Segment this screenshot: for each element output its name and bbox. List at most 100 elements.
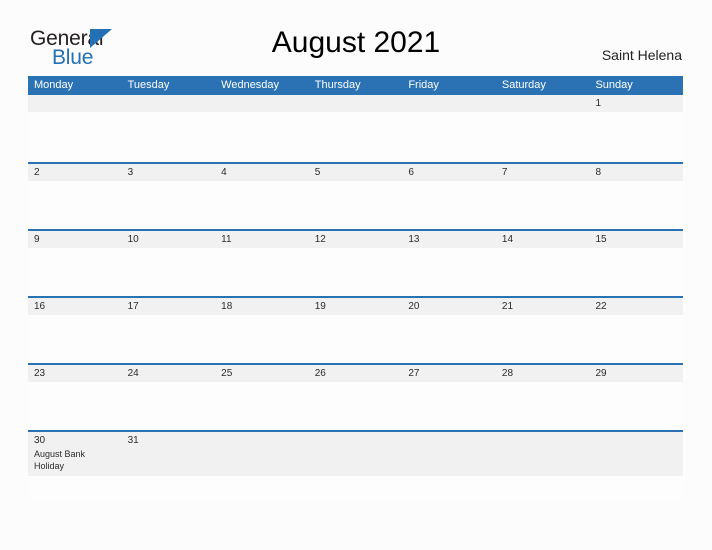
calendar-day-number: 15 <box>595 234 607 245</box>
calendar-day-cell[interactable]: 15 <box>589 231 684 296</box>
calendar-day-cell[interactable]: 3 <box>121 164 216 229</box>
calendar-day-number: 25 <box>221 368 233 379</box>
calendar-day-cell-empty <box>495 432 590 500</box>
calendar-day-cell-empty <box>308 95 403 162</box>
calendar-day-number: 20 <box>408 301 420 312</box>
calendar-day-band <box>402 95 496 112</box>
calendar-day-cell-empty <box>495 95 590 162</box>
calendar-day-number: 28 <box>501 368 514 379</box>
calendar-day-cell[interactable]: 14 <box>495 231 590 296</box>
calendar-day-cell-empty <box>402 95 496 162</box>
weekday-header-friday: Friday <box>408 79 439 91</box>
calendar-day-cell[interactable]: 21 <box>495 298 590 363</box>
calendar-day-cell-empty <box>308 432 403 500</box>
calendar-day-band <box>308 432 403 476</box>
calendar-day-number: 13 <box>408 234 420 245</box>
calendar-day-band <box>589 164 684 181</box>
weekday-header-tuesday: Tuesday <box>127 79 170 91</box>
calendar-day-band <box>308 164 403 181</box>
weekday-header-sunday: Sunday <box>595 79 633 91</box>
calendar-day-cell[interactable]: 9 <box>28 231 122 296</box>
calendar-day-cell[interactable]: 17 <box>121 298 216 363</box>
calendar-day-cell[interactable]: 18 <box>215 298 309 363</box>
calendar-day-cell[interactable]: 22 <box>589 298 684 363</box>
calendar-week-row: 1 <box>28 95 684 162</box>
weekday-header-saturday: Saturday <box>501 79 546 91</box>
calendar-day-number: 4 <box>221 167 227 178</box>
calendar-day-number: 7 <box>501 167 508 178</box>
calendar-day-event: August Bank Holiday <box>34 449 86 471</box>
calendar-day-cell[interactable]: 24 <box>121 365 216 430</box>
calendar-day-cell[interactable]: 6 <box>402 164 496 229</box>
calendar-week-row: 30 August Bank Holiday 31 <box>28 430 684 500</box>
weekday-header-wednesday: Wednesday <box>221 79 280 91</box>
calendar-day-cell[interactable]: 23 <box>28 365 122 430</box>
calendar-day-cell[interactable]: 28 <box>495 365 590 430</box>
calendar-day-number: 21 <box>501 301 514 312</box>
calendar-day-cell-empty <box>215 95 309 162</box>
page-header: General Blue August 2021 Saint Helena <box>0 0 712 72</box>
calendar-day-number: 18 <box>221 301 233 312</box>
calendar-day-cell[interactable]: 7 <box>495 164 590 229</box>
calendar-day-cell-empty <box>121 95 216 162</box>
calendar-day-number: 19 <box>314 301 326 312</box>
calendar-day-number: 26 <box>314 368 326 379</box>
calendar-day-cell[interactable]: 26 <box>308 365 403 430</box>
calendar-day-number: 22 <box>595 301 607 312</box>
calendar-day-band <box>402 432 496 476</box>
calendar-day-cell[interactable]: 16 <box>28 298 122 363</box>
calendar-day-number: 1 <box>595 98 602 109</box>
weekday-header-thursday: Thursday <box>314 79 361 91</box>
calendar-day-cell[interactable]: 25 <box>215 365 309 430</box>
calendar-day-number: 5 <box>314 167 321 178</box>
calendar-table: Monday Tuesday Wednesday Thursday Friday… <box>28 76 684 500</box>
calendar-day-cell[interactable]: 11 <box>215 231 309 296</box>
calendar-day-band <box>495 95 590 112</box>
calendar-day-number: 11 <box>221 234 232 245</box>
weekday-header-monday: Monday <box>34 79 74 91</box>
calendar-day-cell[interactable]: 13 <box>402 231 496 296</box>
calendar-day-number: 27 <box>408 368 420 379</box>
calendar-day-band <box>28 231 122 248</box>
calendar-day-number: 3 <box>127 167 134 178</box>
calendar-day-cell[interactable]: 27 <box>402 365 496 430</box>
calendar-day-cell[interactable]: 30 August Bank Holiday <box>28 432 122 500</box>
calendar-week-row: 9 10 11 12 13 14 15 <box>28 229 684 296</box>
calendar-day-cell[interactable]: 2 <box>28 164 122 229</box>
calendar-day-band <box>121 164 216 181</box>
calendar-day-number: 24 <box>127 368 139 379</box>
calendar-day-cell[interactable]: 4 <box>215 164 309 229</box>
calendar-day-band <box>402 164 496 181</box>
calendar-body: 1 2 3 4 5 6 7 8 9 10 11 12 13 14 15 16 17 18 19 20 21 22 23 24 2… <box>28 95 684 500</box>
calendar-day-cell[interactable]: 19 <box>308 298 403 363</box>
calendar-day-number: 9 <box>34 234 40 245</box>
calendar-week-row: 23 24 25 26 27 28 29 <box>28 363 684 430</box>
calendar-day-cell[interactable]: 31 <box>121 432 216 500</box>
calendar-day-cell[interactable]: 5 <box>308 164 403 229</box>
calendar-week-row: 2 3 4 5 6 7 8 <box>28 162 684 229</box>
calendar-day-number: 2 <box>34 167 40 178</box>
calendar-day-cell[interactable]: 20 <box>402 298 496 363</box>
calendar-day-number: 29 <box>595 368 607 379</box>
calendar-day-band <box>28 95 122 112</box>
calendar-day-number: 31 <box>127 435 139 446</box>
calendar-day-band <box>589 432 684 476</box>
calendar-day-band <box>495 164 590 181</box>
calendar-day-band <box>215 95 309 112</box>
calendar-day-number: 30 <box>34 435 46 446</box>
calendar-day-number: 8 <box>595 167 602 178</box>
calendar-day-number: 14 <box>501 234 514 245</box>
calendar-day-cell[interactable]: 1 <box>589 95 684 162</box>
calendar-week-row: 16 17 18 19 20 21 22 <box>28 296 684 363</box>
calendar-day-band <box>308 95 403 112</box>
weekday-header-row: Monday Tuesday Wednesday Thursday Friday… <box>28 76 683 95</box>
calendar-day-band <box>28 164 122 181</box>
calendar-day-cell[interactable]: 29 <box>589 365 684 430</box>
region-label: Saint Helena <box>601 47 682 63</box>
calendar-day-number: 6 <box>408 167 414 178</box>
calendar-day-cell[interactable]: 10 <box>121 231 216 296</box>
calendar-day-cell[interactable]: 12 <box>308 231 403 296</box>
calendar-day-cell[interactable]: 8 <box>589 164 684 229</box>
calendar-day-band <box>215 432 309 476</box>
calendar-day-band <box>495 432 590 476</box>
